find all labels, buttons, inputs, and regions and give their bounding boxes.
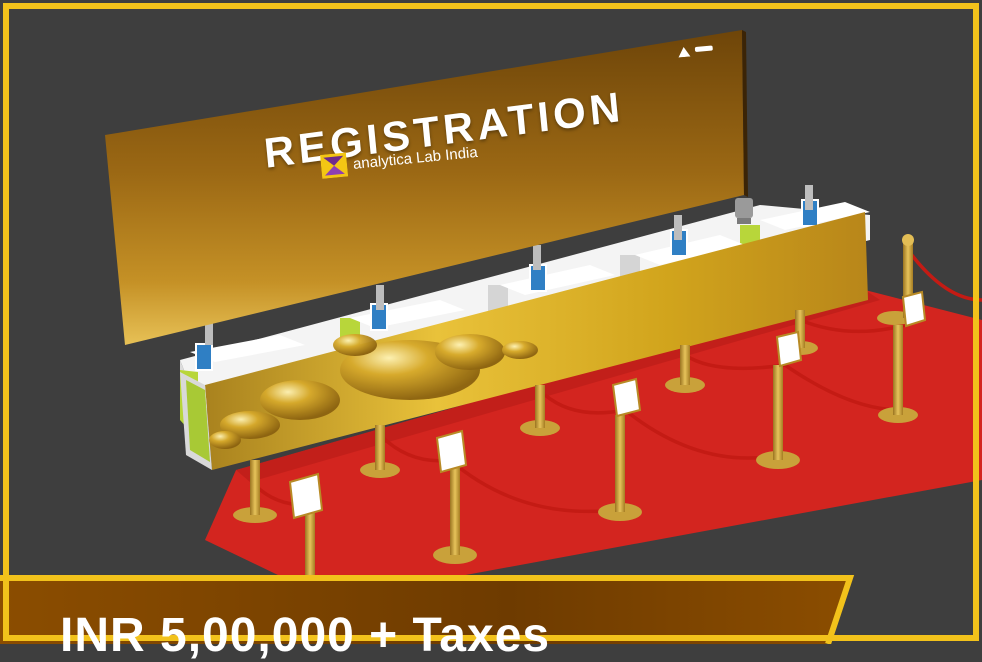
analytica-logo-icon — [320, 152, 349, 179]
organizer-logo-icon — [678, 47, 691, 58]
chair-icon — [735, 198, 753, 224]
registration-booth-scene: REGISTRATION analytica Lab India INR 5,0… — [0, 0, 982, 660]
price-label: INR 5,00,000 + Taxes — [60, 609, 551, 662]
partner-logo-icon — [694, 45, 713, 52]
booth-rendering — [0, 0, 982, 644]
